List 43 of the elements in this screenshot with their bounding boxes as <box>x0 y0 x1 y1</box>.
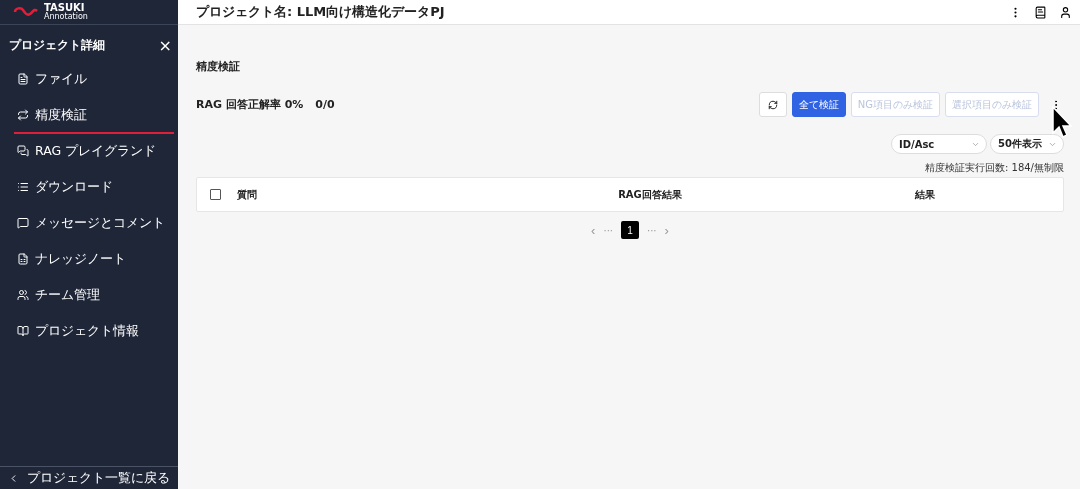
refresh-icon <box>767 99 778 110</box>
sidebar-item[interactable]: 精度検証 <box>14 98 174 134</box>
page-title: 精度検証 <box>196 59 241 74</box>
sort-select[interactable]: ID/Asc <box>891 134 987 154</box>
sidebar-item[interactable]: メッセージとコメント <box>14 206 174 242</box>
book-icon[interactable] <box>1034 5 1047 19</box>
cursor-icon <box>1051 106 1073 140</box>
column-header: 結果 <box>913 187 937 202</box>
sidebar-title: プロジェクト詳細 <box>9 37 105 54</box>
logo-subtitle: Annotation <box>44 13 88 21</box>
item-icon <box>17 289 29 301</box>
select-all-checkbox[interactable] <box>210 189 221 200</box>
item-icon <box>17 73 29 85</box>
logo-icon <box>12 5 40 19</box>
page-size-select[interactable]: 50件表示 <box>990 134 1064 154</box>
project-title: プロジェクト名: LLM向け構造化データPJ <box>196 3 445 21</box>
logo-name: TASUKI <box>44 3 85 13</box>
sidebar-item[interactable]: ダウンロード <box>14 170 174 206</box>
close-button[interactable]: × <box>158 37 172 54</box>
page-ellipsis: ··· <box>603 224 613 236</box>
sidebar-item[interactable]: ナレッジノート <box>14 242 174 278</box>
sidebar-item[interactable]: RAG プレイグランド <box>14 134 174 170</box>
item-icon <box>17 181 29 193</box>
column-header: 質問 <box>237 187 258 202</box>
column-header: RAG回答結果 <box>617 187 683 202</box>
verify-button[interactable]: 全て検証 <box>791 92 846 117</box>
refresh-button[interactable] <box>758 92 787 117</box>
item-icon <box>17 109 29 121</box>
page-ellipsis: ··· <box>647 224 657 236</box>
sidebar-item[interactable]: ファイル <box>14 62 174 98</box>
accuracy-rate: RAG 回答正解率 0% <box>196 97 304 112</box>
page-button[interactable]: 1 <box>621 221 639 239</box>
item-icon <box>17 325 29 337</box>
run-count: 精度検証実行回数: 184/無制限 <box>925 161 1064 175</box>
item-icon <box>17 217 29 229</box>
item-icon <box>17 145 29 157</box>
sidebar-item[interactable]: プロジェクト情報 <box>14 314 174 350</box>
accuracy-count: 0/0 <box>315 98 335 111</box>
item-icon <box>17 253 29 265</box>
sidebar-item[interactable]: チーム管理 <box>14 278 174 314</box>
back-label: プロジェクト一覧に戻る <box>27 470 170 487</box>
user-icon[interactable] <box>1059 5 1072 19</box>
back-link[interactable]: プロジェクト一覧に戻る <box>0 466 178 489</box>
